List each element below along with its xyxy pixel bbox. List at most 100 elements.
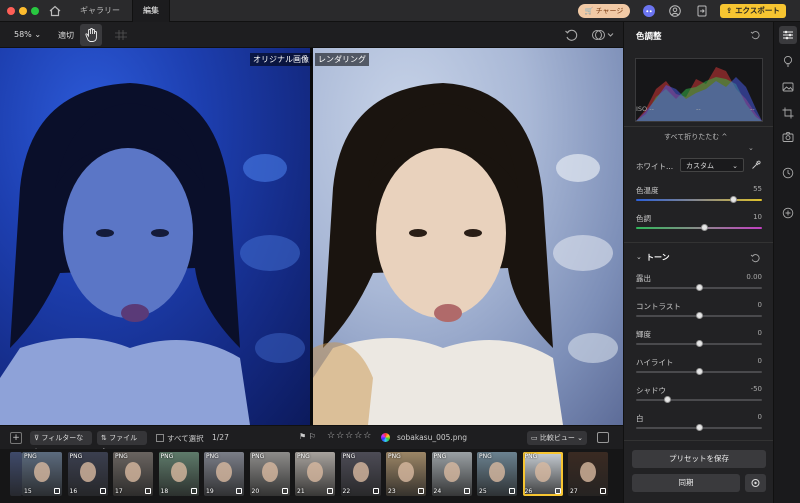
save-preset-button[interactable]: プリセットを保存: [632, 450, 766, 468]
collapse-all-button[interactable]: すべて折りたたむ ^: [664, 132, 727, 142]
select-all-label: すべて選択: [167, 434, 204, 443]
reset-icon[interactable]: [564, 28, 578, 42]
filter-button[interactable]: ⊽ フィルターなし: [30, 431, 92, 456]
slider-handle[interactable]: [695, 284, 703, 291]
slider-handle[interactable]: [695, 424, 703, 431]
charge-button[interactable]: 🛒 チャージ: [578, 4, 630, 18]
minimize-window-button[interactable]: [19, 7, 27, 15]
slider-value[interactable]: 55: [734, 185, 762, 193]
history-icon[interactable]: [779, 164, 797, 182]
compare-view-select[interactable]: ▭ 比較ビュー ⌄: [527, 431, 587, 445]
thumb-image: [125, 462, 141, 482]
star-rating[interactable]: ☆☆☆☆☆: [327, 431, 372, 441]
sync-settings-button[interactable]: [745, 474, 766, 492]
filmstrip-thumb[interactable]: PNG 23: [386, 452, 426, 496]
filmstrip-thumb[interactable]: PNG 20: [249, 452, 290, 496]
thumb-format: PNG: [388, 453, 401, 460]
slider-value[interactable]: 0: [734, 413, 762, 421]
thumb-number: 26: [524, 488, 533, 495]
edited-icon: [463, 488, 470, 494]
ai-enhance-icon[interactable]: [779, 52, 797, 70]
image-icon[interactable]: [779, 78, 797, 96]
slider-value[interactable]: 0.00: [734, 273, 762, 281]
flag-icons[interactable]: ⚑ ⚐: [299, 432, 316, 441]
slider-handle[interactable]: [701, 224, 709, 231]
slider-handle[interactable]: [695, 340, 703, 347]
chevron-down-icon[interactable]: ⌄: [748, 144, 754, 152]
hand-tool-button[interactable]: [80, 24, 102, 46]
white-balance-select[interactable]: カスタム ⌄: [680, 158, 744, 172]
sync-button[interactable]: 同期: [632, 474, 740, 492]
slider-track[interactable]: [636, 199, 762, 201]
original-image-label: オリジナル画像: [250, 53, 312, 66]
filmstrip-thumb[interactable]: PNG 17: [113, 452, 153, 496]
slider-handle[interactable]: [664, 396, 671, 403]
thumb-number: 25: [479, 488, 487, 495]
compare-mode-icon[interactable]: [590, 28, 616, 42]
eyedropper-icon[interactable]: [751, 160, 761, 170]
filmstrip-thumb[interactable]: PNG 26: [522, 452, 563, 496]
reset-icon[interactable]: [750, 253, 760, 263]
rendered-image-label: レンダリング: [315, 53, 369, 66]
thumb-image: [489, 462, 505, 482]
thumb-image: [534, 462, 551, 482]
slider-value[interactable]: 0: [734, 357, 762, 365]
file-import-icon[interactable]: [696, 5, 708, 17]
edited-icon: [600, 488, 606, 494]
image-compare-area[interactable]: オリジナル画像 レンダリング: [0, 48, 623, 425]
export-button[interactable]: ⇪ エクスポート: [720, 4, 786, 18]
slider-handle[interactable]: [695, 312, 703, 319]
account-icon[interactable]: [669, 5, 681, 17]
filmstrip-thumb[interactable]: [10, 452, 22, 496]
camera-icon[interactable]: [779, 128, 797, 146]
white-balance-label: ホワイト...: [636, 162, 674, 171]
zoom-select[interactable]: 58% ⌄: [14, 30, 41, 39]
chevron-down-icon[interactable]: ⌄: [636, 253, 642, 261]
slider-handle[interactable]: [695, 368, 703, 375]
thumb-number: 22: [342, 488, 351, 495]
fit-button[interactable]: 適切: [58, 30, 74, 41]
slider-value[interactable]: -50: [734, 385, 762, 393]
crop-icon[interactable]: [779, 104, 797, 122]
add-image-button[interactable]: +: [10, 432, 22, 444]
split-view-icon[interactable]: [597, 432, 609, 443]
filmstrip-thumb[interactable]: PNG 22: [340, 452, 381, 496]
thumb-format: PNG: [479, 453, 492, 460]
slider-handle[interactable]: [730, 196, 738, 203]
close-window-button[interactable]: [7, 7, 15, 15]
tab-edit[interactable]: 編集: [132, 0, 170, 22]
filmstrip-thumb[interactable]: PNG 24: [431, 452, 472, 496]
filmstrip-thumb[interactable]: PNG 19: [204, 452, 244, 496]
reset-icon[interactable]: [750, 30, 760, 40]
slider-track[interactable]: [636, 227, 762, 229]
color-label-icon[interactable]: [381, 433, 390, 442]
slider-label: 色調: [636, 214, 651, 223]
tool-rail: [773, 22, 800, 503]
home-icon[interactable]: [48, 4, 62, 18]
thumb-format: PNG: [524, 453, 538, 460]
adjust-tool-icon[interactable]: [779, 26, 797, 44]
thumb-number: 24: [433, 488, 442, 495]
grid-overlay-icon[interactable]: [114, 29, 128, 41]
add-tool-icon[interactable]: [779, 204, 797, 222]
slider-value[interactable]: 0: [734, 301, 762, 309]
tab-gallery[interactable]: ギャラリー: [68, 0, 132, 22]
slider-track[interactable]: [636, 399, 762, 401]
slider-value[interactable]: 10: [734, 213, 762, 221]
maximize-window-button[interactable]: [31, 7, 39, 15]
slider-value[interactable]: 0: [734, 329, 762, 337]
filmstrip-thumb[interactable]: PNG 21: [295, 452, 335, 496]
filmstrip-thumb[interactable]: PNG 25: [477, 452, 517, 496]
thumb-format: PNG: [24, 453, 37, 460]
sort-by-filename-button[interactable]: ⇅ ファイル名: [97, 431, 147, 456]
thumb-format: PNG: [342, 453, 356, 460]
filmstrip-thumb[interactable]: PNG 15: [22, 452, 62, 496]
filmstrip-thumb[interactable]: 27: [568, 452, 608, 496]
thumb-number: 20: [251, 488, 260, 495]
select-all-checkbox[interactable]: すべて選択: [156, 433, 204, 444]
discord-icon[interactable]: [643, 5, 655, 17]
filmstrip-toolbar: + ⊽ フィルターなし ⇅ ファイル名 すべて選択 1/27 ⚑ ⚐ ☆☆☆☆☆…: [0, 425, 623, 456]
filmstrip-thumb[interactable]: PNG 18: [158, 452, 199, 496]
filmstrip-thumb[interactable]: PNG 16: [67, 452, 108, 496]
divider: [624, 126, 773, 127]
